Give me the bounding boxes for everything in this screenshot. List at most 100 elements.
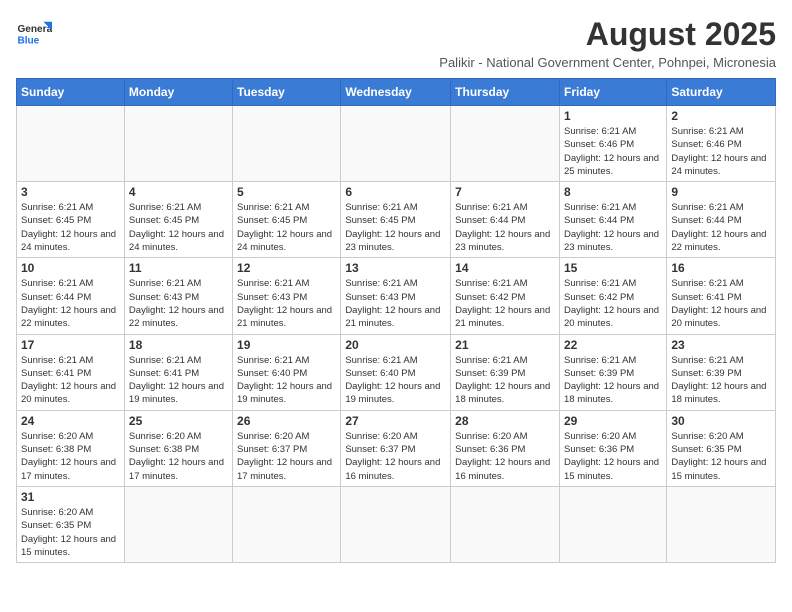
calendar-cell: 16 Sunrise: 6:21 AM Sunset: 6:41 PM Dayli…	[667, 258, 776, 334]
day-number: 12	[237, 261, 336, 275]
day-number: 16	[671, 261, 771, 275]
day-info: Sunrise: 6:21 AM Sunset: 6:39 PM Dayligh…	[671, 354, 771, 407]
day-info: Sunrise: 6:21 AM Sunset: 6:45 PM Dayligh…	[237, 201, 336, 254]
svg-text:Blue: Blue	[17, 35, 39, 46]
calendar-cell: 26 Sunrise: 6:20 AM Sunset: 6:37 PM Dayli…	[233, 410, 341, 486]
calendar-cell: 14 Sunrise: 6:21 AM Sunset: 6:42 PM Dayli…	[451, 258, 560, 334]
calendar-cell	[341, 106, 451, 182]
calendar-cell: 19 Sunrise: 6:21 AM Sunset: 6:40 PM Dayli…	[233, 334, 341, 410]
calendar-week-row: 31 Sunrise: 6:20 AM Sunset: 6:35 PM Dayli…	[17, 486, 776, 562]
calendar-cell: 17 Sunrise: 6:21 AM Sunset: 6:41 PM Dayli…	[17, 334, 125, 410]
day-number: 30	[671, 414, 771, 428]
day-info: Sunrise: 6:20 AM Sunset: 6:38 PM Dayligh…	[129, 430, 228, 483]
weekday-header-saturday: Saturday	[667, 79, 776, 106]
day-number: 25	[129, 414, 228, 428]
day-info: Sunrise: 6:21 AM Sunset: 6:43 PM Dayligh…	[237, 277, 336, 330]
day-number: 26	[237, 414, 336, 428]
day-number: 9	[671, 185, 771, 199]
day-info: Sunrise: 6:21 AM Sunset: 6:44 PM Dayligh…	[21, 277, 120, 330]
day-number: 31	[21, 490, 120, 504]
day-number: 13	[345, 261, 446, 275]
calendar-cell: 8Sunrise: 6:21 AM Sunset: 6:44 PM Daylig…	[559, 182, 666, 258]
day-number: 2	[671, 109, 771, 123]
calendar-cell: 7Sunrise: 6:21 AM Sunset: 6:44 PM Daylig…	[451, 182, 560, 258]
day-info: Sunrise: 6:21 AM Sunset: 6:42 PM Dayligh…	[455, 277, 555, 330]
day-number: 6	[345, 185, 446, 199]
day-number: 18	[129, 338, 228, 352]
calendar-week-row: 1 Sunrise: 6:21 AM Sunset: 6:46 PM Daylig…	[17, 106, 776, 182]
weekday-header-monday: Monday	[124, 79, 232, 106]
day-info: Sunrise: 6:20 AM Sunset: 6:36 PM Dayligh…	[564, 430, 662, 483]
day-info: Sunrise: 6:20 AM Sunset: 6:38 PM Dayligh…	[21, 430, 120, 483]
page-header: General Blue August 2025 Palikir - Natio…	[16, 16, 776, 70]
calendar-cell	[341, 486, 451, 562]
calendar-cell: 11 Sunrise: 6:21 AM Sunset: 6:43 PM Dayli…	[124, 258, 232, 334]
calendar-cell: 20 Sunrise: 6:21 AM Sunset: 6:40 PM Dayli…	[341, 334, 451, 410]
calendar-cell	[124, 486, 232, 562]
day-number: 15	[564, 261, 662, 275]
day-number: 3	[21, 185, 120, 199]
calendar-cell: 10Sunrise: 6:21 AM Sunset: 6:44 PM Dayli…	[17, 258, 125, 334]
calendar-week-row: 3 Sunrise: 6:21 AM Sunset: 6:45 PM Daylig…	[17, 182, 776, 258]
day-info: Sunrise: 6:21 AM Sunset: 6:41 PM Dayligh…	[671, 277, 771, 330]
calendar-cell	[559, 486, 666, 562]
day-info: Sunrise: 6:21 AM Sunset: 6:43 PM Dayligh…	[129, 277, 228, 330]
weekday-header-thursday: Thursday	[451, 79, 560, 106]
calendar-cell	[233, 106, 341, 182]
day-info: Sunrise: 6:21 AM Sunset: 6:46 PM Dayligh…	[564, 125, 662, 178]
calendar-cell	[17, 106, 125, 182]
calendar-cell	[451, 106, 560, 182]
calendar-cell: 12 Sunrise: 6:21 AM Sunset: 6:43 PM Dayli…	[233, 258, 341, 334]
day-info: Sunrise: 6:21 AM Sunset: 6:45 PM Dayligh…	[21, 201, 120, 254]
calendar-cell: 29 Sunrise: 6:20 AM Sunset: 6:36 PM Dayli…	[559, 410, 666, 486]
day-info: Sunrise: 6:21 AM Sunset: 6:39 PM Dayligh…	[564, 354, 662, 407]
calendar-cell: 13 Sunrise: 6:21 AM Sunset: 6:43 PM Dayli…	[341, 258, 451, 334]
day-info: Sunrise: 6:21 AM Sunset: 6:41 PM Dayligh…	[129, 354, 228, 407]
weekday-header-friday: Friday	[559, 79, 666, 106]
calendar-cell: 9 Sunrise: 6:21 AM Sunset: 6:44 PM Daylig…	[667, 182, 776, 258]
day-info: Sunrise: 6:20 AM Sunset: 6:35 PM Dayligh…	[21, 506, 120, 559]
day-number: 11	[129, 261, 228, 275]
day-info: Sunrise: 6:21 AM Sunset: 6:43 PM Dayligh…	[345, 277, 446, 330]
day-number: 27	[345, 414, 446, 428]
calendar-cell: 23 Sunrise: 6:21 AM Sunset: 6:39 PM Dayli…	[667, 334, 776, 410]
day-info: Sunrise: 6:21 AM Sunset: 6:42 PM Dayligh…	[564, 277, 662, 330]
day-number: 1	[564, 109, 662, 123]
calendar-cell: 24Sunrise: 6:20 AM Sunset: 6:38 PM Dayli…	[17, 410, 125, 486]
day-number: 4	[129, 185, 228, 199]
calendar-cell: 21Sunrise: 6:21 AM Sunset: 6:39 PM Dayli…	[451, 334, 560, 410]
day-info: Sunrise: 6:21 AM Sunset: 6:40 PM Dayligh…	[237, 354, 336, 407]
calendar-week-row: 10Sunrise: 6:21 AM Sunset: 6:44 PM Dayli…	[17, 258, 776, 334]
day-info: Sunrise: 6:21 AM Sunset: 6:40 PM Dayligh…	[345, 354, 446, 407]
title-area: August 2025 Palikir - National Governmen…	[439, 16, 776, 70]
calendar-cell: 6Sunrise: 6:21 AM Sunset: 6:45 PM Daylig…	[341, 182, 451, 258]
day-number: 14	[455, 261, 555, 275]
day-info: Sunrise: 6:21 AM Sunset: 6:45 PM Dayligh…	[129, 201, 228, 254]
day-info: Sunrise: 6:21 AM Sunset: 6:46 PM Dayligh…	[671, 125, 771, 178]
calendar-week-row: 24Sunrise: 6:20 AM Sunset: 6:38 PM Dayli…	[17, 410, 776, 486]
day-number: 22	[564, 338, 662, 352]
day-number: 19	[237, 338, 336, 352]
day-number: 17	[21, 338, 120, 352]
day-number: 28	[455, 414, 555, 428]
day-number: 23	[671, 338, 771, 352]
day-number: 20	[345, 338, 446, 352]
calendar-cell	[451, 486, 560, 562]
calendar-cell: 1 Sunrise: 6:21 AM Sunset: 6:46 PM Daylig…	[559, 106, 666, 182]
day-number: 7	[455, 185, 555, 199]
calendar-cell: 27Sunrise: 6:20 AM Sunset: 6:37 PM Dayli…	[341, 410, 451, 486]
weekday-header-tuesday: Tuesday	[233, 79, 341, 106]
day-number: 29	[564, 414, 662, 428]
day-number: 5	[237, 185, 336, 199]
calendar-cell: 5 Sunrise: 6:21 AM Sunset: 6:45 PM Daylig…	[233, 182, 341, 258]
calendar-cell: 25 Sunrise: 6:20 AM Sunset: 6:38 PM Dayli…	[124, 410, 232, 486]
day-info: Sunrise: 6:21 AM Sunset: 6:41 PM Dayligh…	[21, 354, 120, 407]
logo-svg: General Blue	[16, 16, 52, 52]
calendar-cell: 18 Sunrise: 6:21 AM Sunset: 6:41 PM Dayli…	[124, 334, 232, 410]
logo: General Blue	[16, 16, 52, 52]
calendar-cell: 31 Sunrise: 6:20 AM Sunset: 6:35 PM Dayli…	[17, 486, 125, 562]
svg-text:General: General	[17, 24, 52, 35]
day-number: 21	[455, 338, 555, 352]
day-info: Sunrise: 6:20 AM Sunset: 6:37 PM Dayligh…	[237, 430, 336, 483]
day-info: Sunrise: 6:21 AM Sunset: 6:44 PM Dayligh…	[671, 201, 771, 254]
